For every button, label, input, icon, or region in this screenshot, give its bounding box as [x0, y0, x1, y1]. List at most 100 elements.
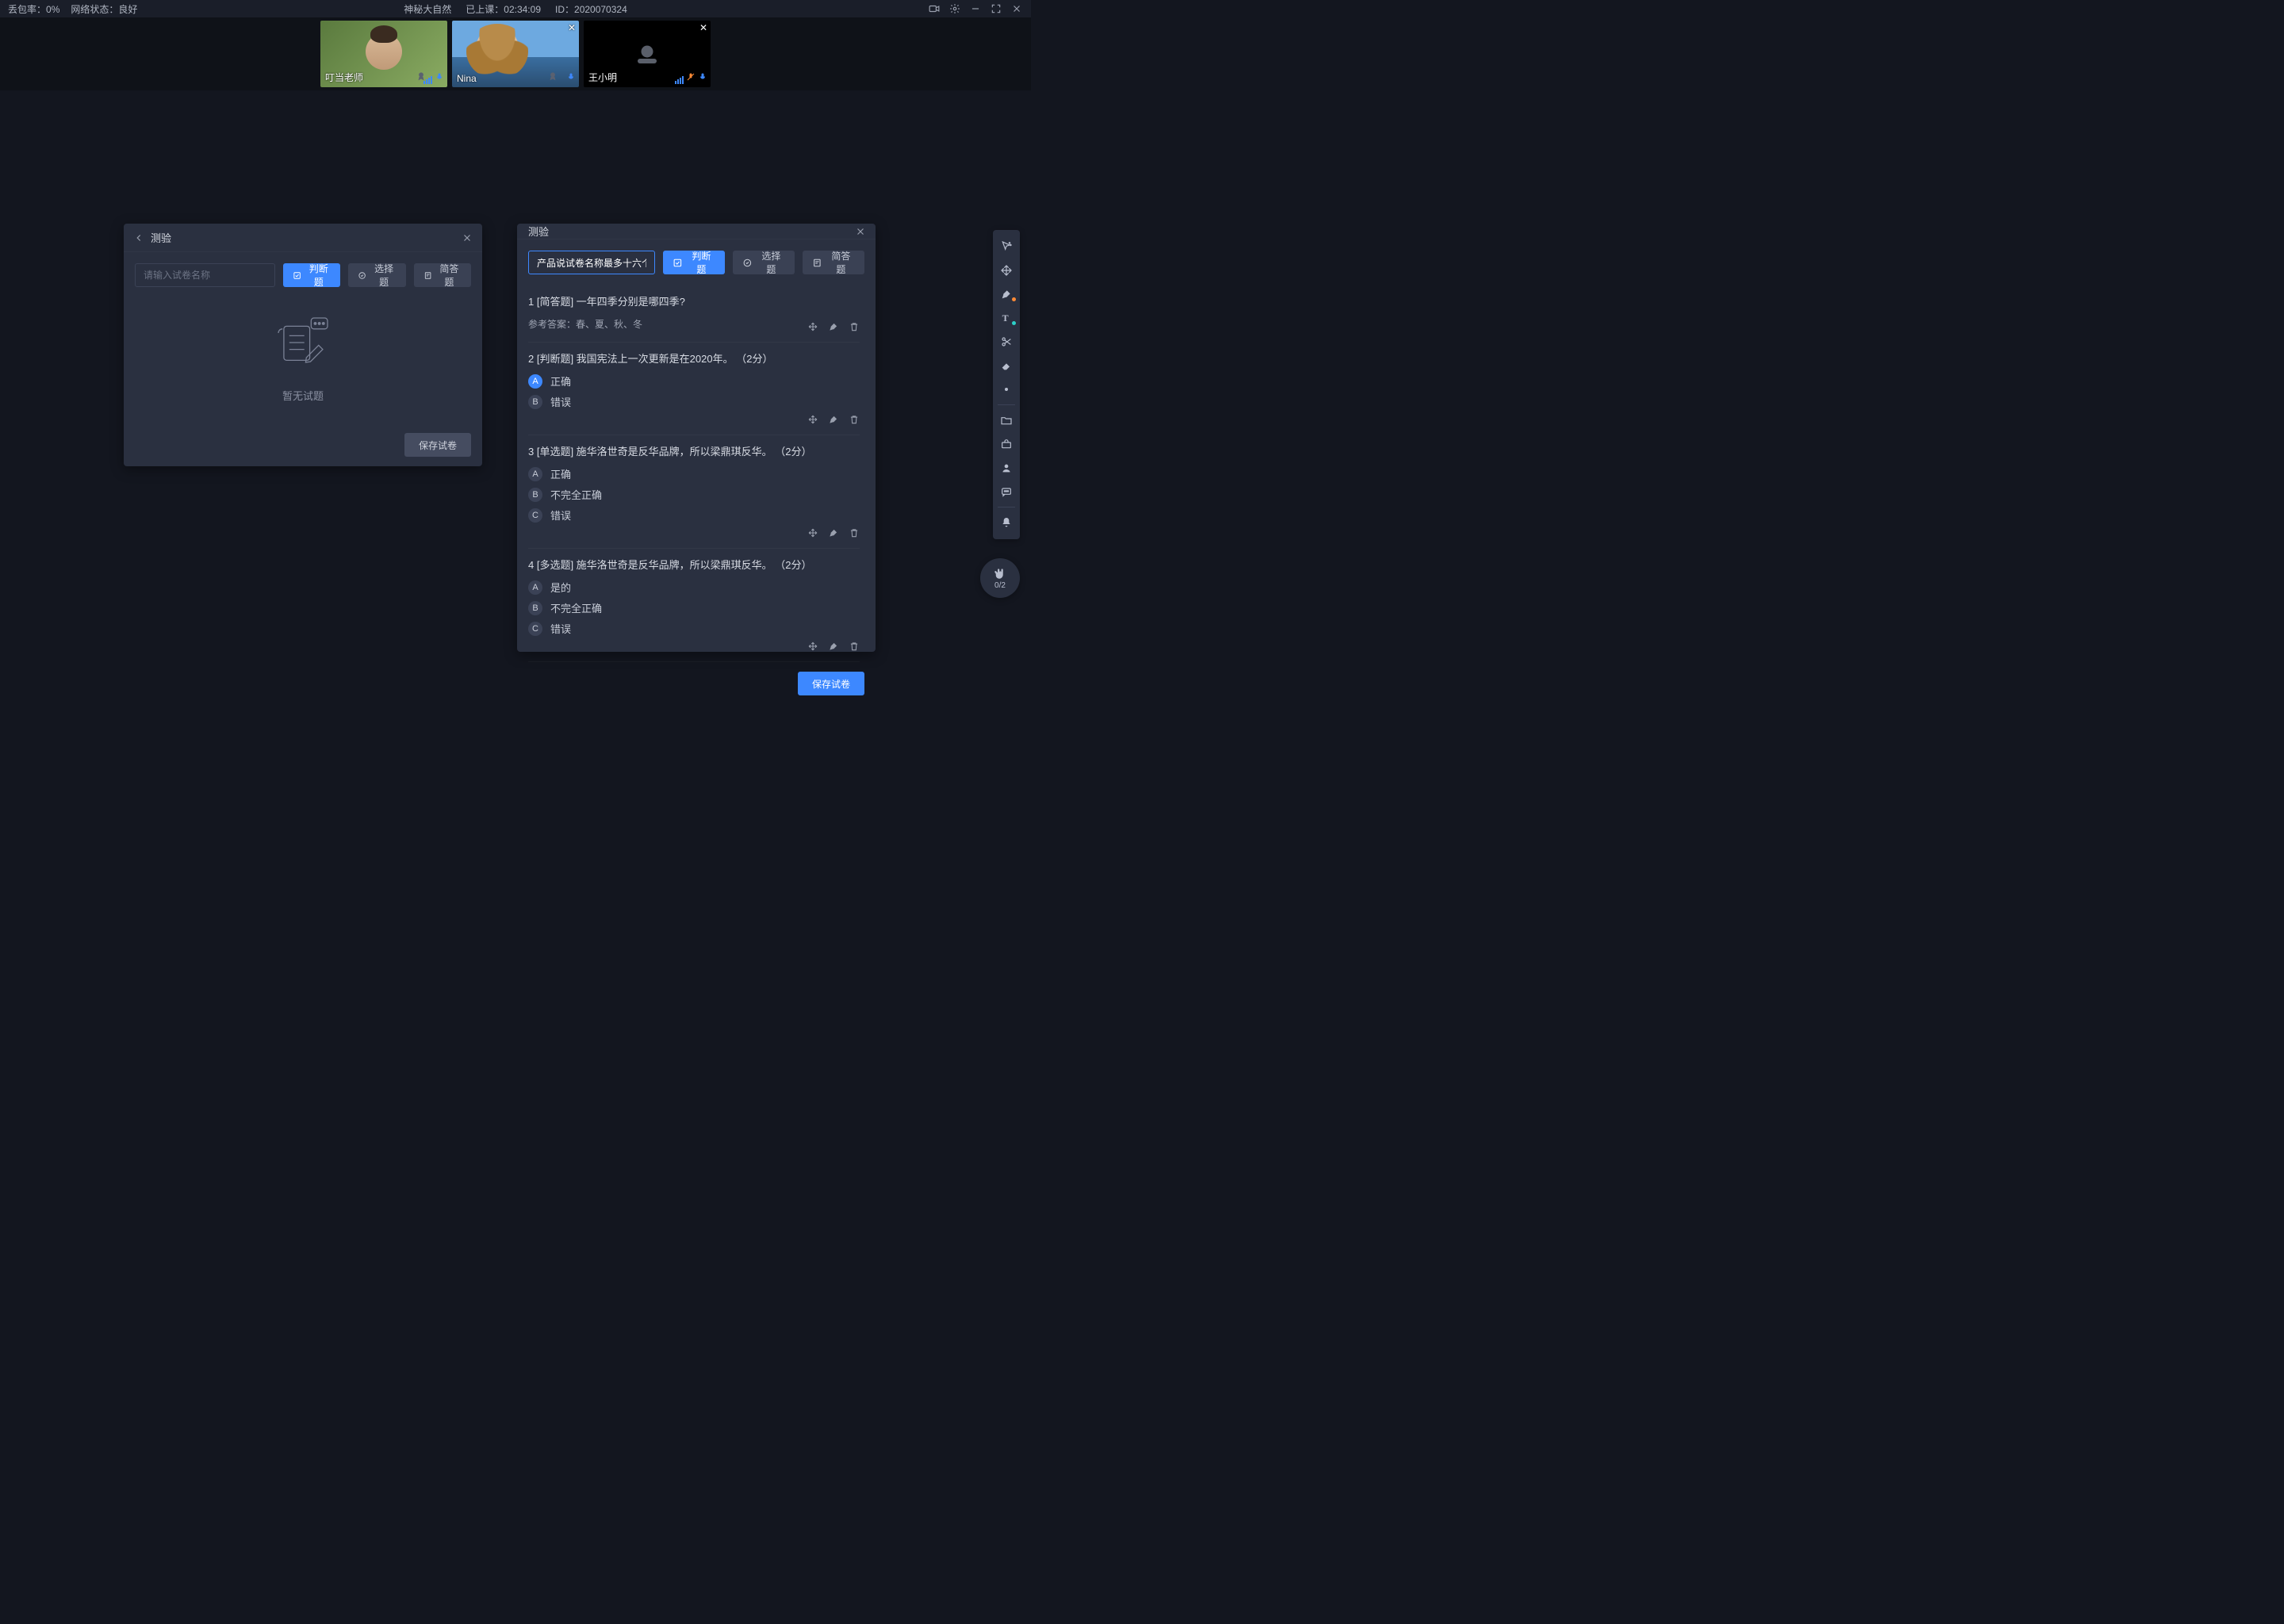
mic-icon — [566, 72, 576, 84]
question-option[interactable]: C错误 — [528, 508, 860, 523]
mic-icon — [435, 72, 444, 84]
option-label: 错误 — [550, 621, 571, 636]
user-icon[interactable] — [993, 456, 1020, 480]
question-item: 3 [单选题] 施华洛世奇是反华品牌，所以梁鼎琪反华。 （2分） A正确 B不完全正… — [528, 435, 860, 549]
add-short-button[interactable]: 简答题 — [414, 263, 471, 287]
option-label: 错误 — [550, 394, 571, 409]
right-toolbar: T — [993, 230, 1020, 539]
pen-tool-icon[interactable] — [993, 282, 1020, 306]
question-title: 3 [单选题] 施华洛世奇是反华品牌，所以梁鼎琪反华。 （2分） — [528, 443, 860, 458]
question-item: 4 [多选题] 施华洛世奇是反华品牌，所以梁鼎琪反华。 （2分） A 是的 B 不完全正… — [528, 549, 860, 662]
question-item: 1 [简答题] 一年四季分别是哪四季? 参考答案：春、夏、秋、冬 — [528, 285, 860, 343]
edit-icon[interactable] — [828, 321, 839, 332]
top-bar: 丢包率：0% 网络状态：良好 神秘大自然 已上课：02:34:09 ID：202… — [0, 0, 1031, 17]
empty-state: 暂无试题 — [135, 287, 471, 423]
delete-icon[interactable] — [849, 527, 860, 538]
session-id: ID：2020070324 — [555, 2, 627, 16]
save-quiz-button[interactable]: 保存试卷 — [404, 433, 471, 457]
scissors-tool-icon[interactable] — [993, 330, 1020, 354]
folder-icon[interactable] — [993, 408, 1020, 432]
close-icon[interactable] — [855, 226, 866, 237]
add-judge-button[interactable]: 判断题 — [663, 251, 725, 274]
svg-text:T: T — [1002, 312, 1009, 324]
move-icon[interactable] — [807, 321, 818, 332]
move-icon[interactable] — [807, 527, 818, 538]
option-letter: A — [528, 374, 542, 389]
move-icon[interactable] — [807, 414, 818, 425]
question-title: 2 [判断题] 我国宪法上一次更新是在2020年。 （2分） — [528, 350, 860, 366]
mic-icon — [698, 72, 707, 84]
question-option[interactable]: A正确 — [528, 466, 860, 481]
question-item: 2 [判断题] 我国宪法上一次更新是在2020年。 （2分） A 正确 B 错误 — [528, 343, 860, 435]
option-label: 是的 — [550, 580, 571, 595]
add-judge-button[interactable]: 判断题 — [283, 263, 340, 287]
video-close-icon[interactable]: ✕ — [699, 22, 707, 33]
quiz-panel-filled: 测验 判断题 选择题 简答题 1 [简答题] 一年四季分别是哪四季? 参考答案：春… — [517, 224, 876, 652]
question-option[interactable]: C 错误 — [528, 621, 860, 636]
brightness-tool-icon[interactable] — [993, 377, 1020, 401]
close-icon[interactable] — [462, 232, 473, 243]
option-label: 正确 — [550, 466, 571, 481]
delete-icon[interactable] — [849, 321, 860, 332]
add-short-button[interactable]: 简答题 — [803, 251, 864, 274]
hands-count: 0/2 — [994, 581, 1006, 590]
bell-icon[interactable] — [993, 511, 1020, 534]
video-name: 王小明 — [588, 71, 617, 84]
option-label: 不完全正确 — [550, 600, 602, 615]
edit-icon[interactable] — [828, 414, 839, 425]
text-tool-icon[interactable]: T — [993, 306, 1020, 330]
question-title: 4 [多选题] 施华洛世奇是反华品牌，所以梁鼎琪反华。 （2分） — [528, 557, 860, 572]
add-choice-button[interactable]: 选择题 — [348, 263, 405, 287]
eraser-tool-icon[interactable] — [993, 354, 1020, 377]
move-tool-icon[interactable] — [993, 259, 1020, 282]
question-title: 1 [简答题] 一年四季分别是哪四季? — [528, 293, 860, 308]
video-tile-teacher[interactable]: 叮当老师 — [320, 21, 447, 87]
quiz-name-input[interactable] — [528, 251, 655, 274]
move-icon[interactable] — [807, 641, 818, 652]
question-option[interactable]: B不完全正确 — [528, 487, 860, 502]
edit-icon[interactable] — [828, 641, 839, 652]
question-option[interactable]: B 不完全正确 — [528, 600, 860, 615]
signal-icon — [423, 76, 432, 84]
video-tile-student[interactable]: ✕ 王小明 — [584, 21, 711, 87]
delete-icon[interactable] — [849, 414, 860, 425]
option-letter: C — [528, 508, 542, 523]
quiz-name-input[interactable] — [135, 263, 275, 287]
option-letter: A — [528, 580, 542, 595]
save-quiz-button[interactable]: 保存试卷 — [798, 672, 864, 695]
network-status: 网络状态：良好 — [71, 2, 137, 16]
award-icon — [547, 71, 558, 84]
option-letter: B — [528, 601, 542, 615]
quiz-panel-empty: 测验 判断题 选择题 简答题 暂无试题 保存试卷 — [124, 224, 482, 466]
video-close-icon[interactable]: ✕ — [568, 22, 576, 33]
panel-title: 测验 — [527, 224, 849, 239]
raise-hand-button[interactable]: 0/2 — [980, 558, 1020, 598]
camera-toggle-icon[interactable] — [928, 2, 941, 15]
video-name: Nina — [457, 73, 477, 84]
option-label: 正确 — [550, 373, 571, 389]
answer-text: 参考答案：春、夏、秋、冬 — [528, 317, 807, 331]
video-name: 叮当老师 — [325, 71, 363, 84]
pointer-tool-icon[interactable] — [993, 235, 1020, 259]
option-letter: B — [528, 395, 542, 409]
back-icon[interactable] — [133, 232, 144, 243]
add-choice-button[interactable]: 选择题 — [733, 251, 795, 274]
question-option[interactable]: A 正确 — [528, 373, 860, 389]
toolbox-icon[interactable] — [993, 432, 1020, 456]
settings-icon[interactable] — [948, 2, 961, 15]
video-strip: 叮当老师 ✕ Nina ✕ 王小明 — [0, 17, 1031, 90]
packet-loss: 丢包率：0% — [8, 2, 59, 16]
fullscreen-icon[interactable] — [990, 2, 1002, 15]
mic-muted-icon — [686, 72, 696, 84]
edit-icon[interactable] — [828, 527, 839, 538]
close-window-icon[interactable] — [1010, 2, 1023, 15]
chat-icon[interactable] — [993, 480, 1020, 504]
minimize-icon[interactable] — [969, 2, 982, 15]
delete-icon[interactable] — [849, 641, 860, 652]
option-label: 不完全正确 — [550, 487, 602, 502]
question-option[interactable]: B 错误 — [528, 394, 860, 409]
option-letter: C — [528, 622, 542, 636]
course-title: 神秘大自然 — [404, 2, 451, 16]
question-option[interactable]: A 是的 — [528, 580, 860, 595]
video-tile-student[interactable]: ✕ Nina — [452, 21, 579, 87]
